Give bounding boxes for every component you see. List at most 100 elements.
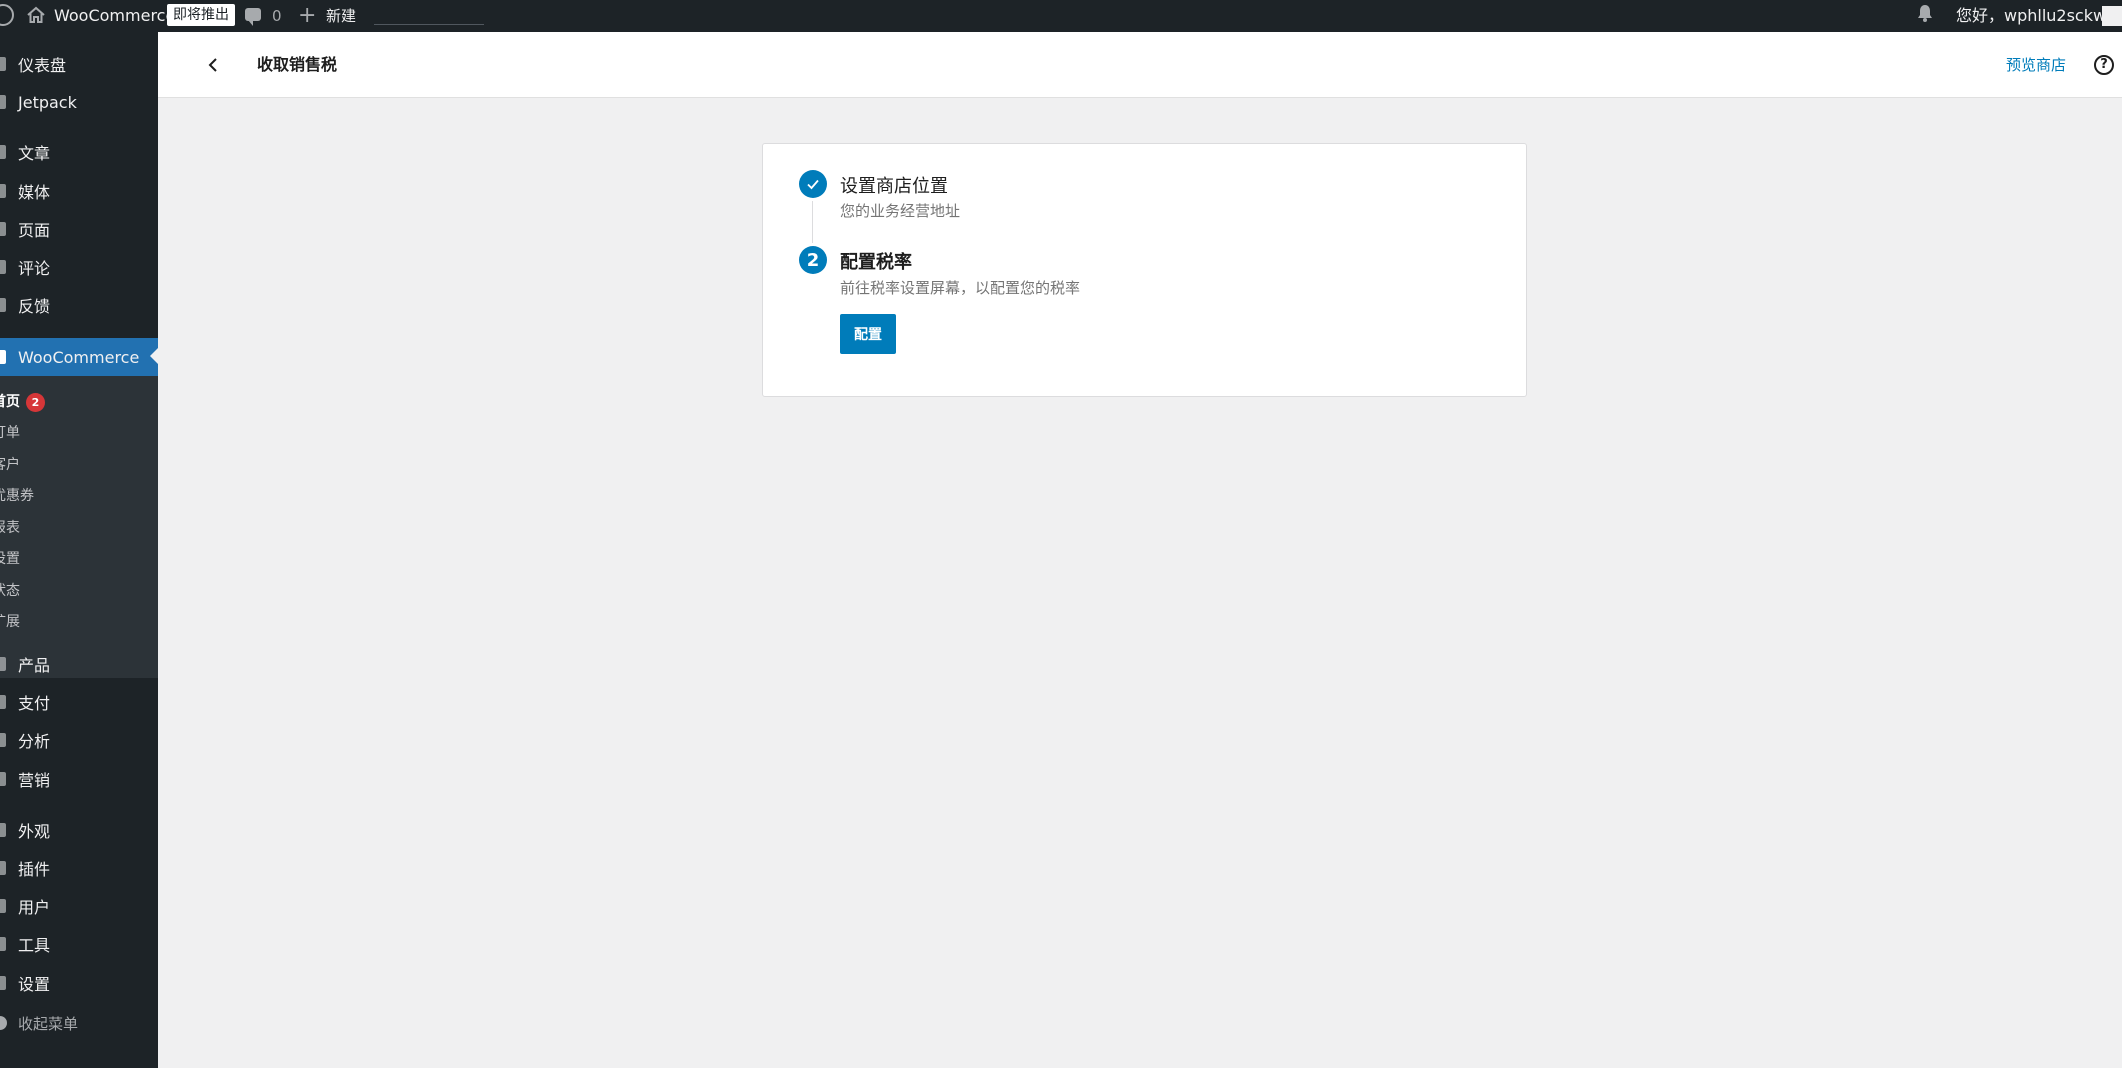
- comments-count[interactable]: 0: [272, 0, 282, 32]
- step-title: 配置税率: [840, 252, 912, 273]
- sidebar-item-users[interactable]: 用户: [0, 888, 158, 924]
- submenu-item-settings[interactable]: 设置: [0, 543, 158, 573]
- coming-soon-badge[interactable]: 即将推出: [167, 4, 235, 26]
- submenu-item-reports[interactable]: 报表: [0, 512, 158, 542]
- sidebar-item-label: 插件: [18, 860, 51, 879]
- submenu-item-customers[interactable]: 客户: [0, 449, 158, 479]
- collapse-menu-button[interactable]: 收起菜单: [0, 1005, 158, 1041]
- configure-button[interactable]: 配置: [840, 314, 896, 354]
- submenu-item-label: 首页: [0, 394, 20, 410]
- sidebar-item-label: 分析: [18, 732, 51, 751]
- page-header: 收取销售税 预览商店 ?: [158, 32, 2122, 98]
- submenu-item-label: 订单: [0, 425, 20, 441]
- step-description: 您的业务经营地址: [840, 202, 961, 220]
- preview-store-link[interactable]: 预览商店: [2006, 32, 2066, 98]
- jetpack-icon: [0, 95, 6, 109]
- site-name-link[interactable]: WooCommerce: [54, 0, 175, 32]
- sidebar-item-label: 工具: [18, 936, 51, 955]
- sidebar-item-marketing[interactable]: 营销: [0, 761, 158, 797]
- submenu-item-label: 优惠券: [0, 488, 34, 504]
- sidebar-item-dashboard[interactable]: 仪表盘: [0, 46, 158, 82]
- feedback-icon: [0, 298, 6, 312]
- sidebar-item-feedback[interactable]: 反馈: [0, 287, 158, 323]
- settings-icon: [0, 976, 6, 990]
- sidebar-item-label: 文章: [18, 144, 51, 163]
- payment-icon: [0, 695, 6, 709]
- submenu-item-extensions[interactable]: 扩展: [0, 606, 158, 636]
- sidebar-item-label: 评论: [18, 259, 51, 278]
- page-icon: [0, 222, 6, 236]
- step-number: 2: [799, 246, 827, 274]
- sidebar-item-appearance[interactable]: 外观: [0, 812, 158, 848]
- submenu-item-orders[interactable]: 订单: [0, 417, 158, 447]
- step-complete-check-icon: [799, 170, 827, 198]
- submenu-item-home[interactable]: 首页 2: [0, 386, 158, 416]
- sidebar-item-label: Jetpack: [18, 92, 77, 112]
- sidebar-item-label: 营销: [18, 771, 51, 790]
- checkmark-icon: [807, 179, 819, 190]
- sidebar-item-label: WooCommerce: [18, 347, 140, 367]
- comments-icon[interactable]: [245, 8, 261, 26]
- user-greeting[interactable]: 您好，wphllu2sckwv: [1956, 0, 2116, 32]
- sidebar-item-products[interactable]: 产品: [0, 646, 158, 682]
- sidebar-item-label: 用户: [18, 898, 51, 917]
- sidebar-item-posts[interactable]: 文章: [0, 134, 158, 170]
- megaphone-icon: [0, 772, 6, 786]
- step-title: 设置商店位置: [840, 176, 948, 197]
- comment-icon: [0, 260, 6, 274]
- collapse-menu-label: 收起菜单: [18, 1014, 79, 1033]
- plugin-icon: [0, 861, 6, 875]
- new-content-link[interactable]: 新建: [326, 0, 356, 32]
- submenu-item-label: 扩展: [0, 614, 20, 630]
- help-icon[interactable]: ?: [2094, 55, 2114, 75]
- avatar[interactable]: [2102, 6, 2122, 26]
- bell-icon[interactable]: [1917, 4, 1933, 22]
- step-connector: [812, 201, 813, 243]
- archive-icon: [0, 657, 6, 671]
- submenu-item-label: 客户: [0, 457, 20, 473]
- sidebar-item-label: 仪表盘: [18, 56, 67, 75]
- sidebar-item-tools[interactable]: 工具: [0, 926, 158, 962]
- sidebar-item-payments[interactable]: 支付: [0, 684, 158, 720]
- sidebar-item-label: 外观: [18, 822, 51, 841]
- sidebar-item-comments[interactable]: 评论: [0, 249, 158, 285]
- wordpress-logo-icon[interactable]: [0, 4, 14, 26]
- submenu-item-label: 状态: [0, 583, 20, 599]
- submenu-item-label: 报表: [0, 520, 20, 536]
- woocommerce-icon: [0, 350, 6, 364]
- media-icon: [0, 184, 6, 198]
- sidebar-item-label: 设置: [18, 975, 51, 994]
- admin-bar: WooCommerce 即将推出 0 + 新建 您好，wphllu2sckwv: [0, 0, 2122, 32]
- page-title: 收取销售税: [257, 55, 338, 74]
- admin-sidebar: 仪表盘 Jetpack 文章 媒体 页面 评论 反馈 WooCommerce 首…: [0, 32, 158, 1068]
- submenu-item-coupons[interactable]: 优惠券: [0, 480, 158, 510]
- sidebar-item-jetpack[interactable]: Jetpack: [0, 84, 158, 120]
- users-icon: [0, 899, 6, 913]
- sidebar-item-pages[interactable]: 页面: [0, 211, 158, 247]
- step-description: 前往税率设置屏幕，以配置您的税率: [840, 279, 1081, 297]
- brush-icon: [0, 823, 6, 837]
- submenu-item-status[interactable]: 状态: [0, 575, 158, 605]
- sidebar-item-woocommerce[interactable]: WooCommerce: [0, 338, 158, 376]
- dashboard-icon: [0, 57, 6, 71]
- sidebar-item-settings[interactable]: 设置: [0, 965, 158, 1001]
- sidebar-item-analytics[interactable]: 分析: [0, 722, 158, 758]
- admin-search-field[interactable]: [374, 8, 484, 25]
- back-arrow-icon[interactable]: [202, 54, 224, 76]
- sidebar-item-label: 支付: [18, 694, 51, 713]
- submenu-item-label: 设置: [0, 551, 20, 567]
- chart-bar-icon: [0, 733, 6, 747]
- sidebar-item-media[interactable]: 媒体: [0, 173, 158, 209]
- tax-setup-card: 设置商店位置 您的业务经营地址 2 配置税率 前往税率设置屏幕，以配置您的税率 …: [762, 143, 1527, 397]
- sidebar-item-label: 页面: [18, 221, 51, 240]
- collapse-icon: [0, 1016, 7, 1030]
- plus-icon[interactable]: +: [298, 0, 316, 32]
- woocommerce-submenu: 首页 2 订单 客户 优惠券 报表 设置 状态 扩展: [0, 376, 158, 678]
- sidebar-item-plugins[interactable]: 插件: [0, 850, 158, 886]
- sidebar-item-label: 产品: [18, 656, 51, 675]
- sidebar-item-label: 媒体: [18, 183, 51, 202]
- wrench-icon: [0, 937, 6, 951]
- pin-icon: [0, 145, 6, 159]
- home-icon[interactable]: [26, 5, 46, 25]
- notification-badge: 2: [26, 393, 45, 412]
